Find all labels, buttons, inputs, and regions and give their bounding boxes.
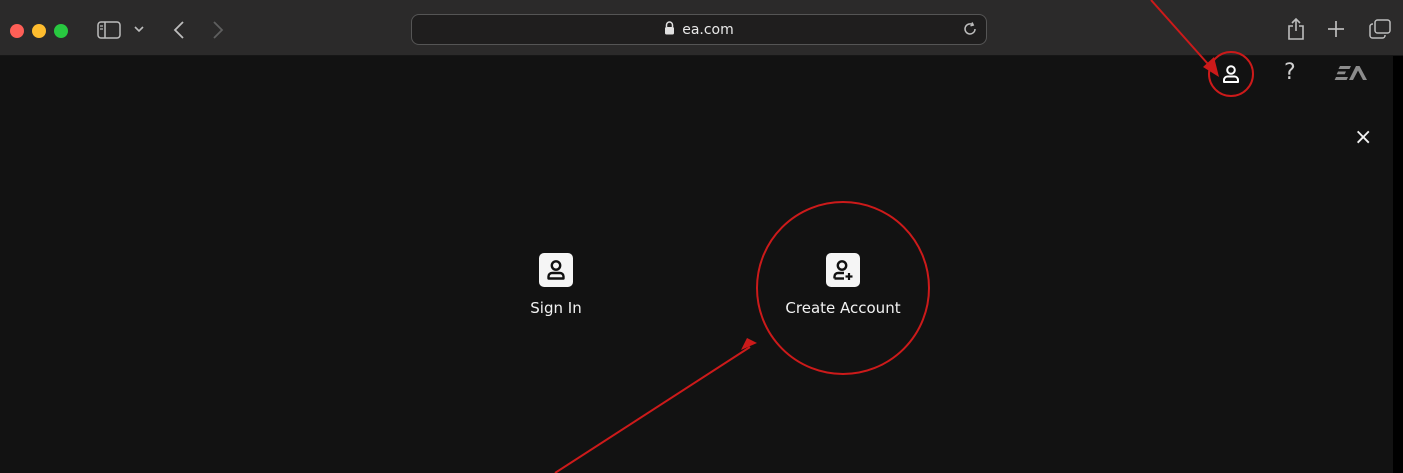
create-account-label: Create Account (785, 299, 901, 317)
sign-in-button[interactable]: Sign In (506, 253, 606, 317)
page-content (0, 56, 1393, 473)
help-icon[interactable]: ? (1284, 60, 1296, 85)
zoom-window-button[interactable] (54, 24, 68, 38)
minimize-window-button[interactable] (32, 24, 46, 38)
reload-icon[interactable] (962, 21, 978, 41)
sidebar-toggle-icon[interactable] (97, 21, 121, 39)
lock-icon (664, 20, 675, 39)
new-tab-plus-icon[interactable] (1327, 20, 1345, 38)
person-add-icon (826, 253, 860, 287)
share-icon[interactable] (1287, 17, 1305, 41)
window-edge (1393, 56, 1403, 473)
close-glyph: × (1354, 125, 1373, 150)
address-bar[interactable]: ea.com (411, 14, 987, 45)
forward-chevron-icon[interactable] (212, 20, 224, 40)
sidebar-menu-chevron-down-icon[interactable] (134, 25, 144, 33)
account-icon[interactable] (1221, 64, 1241, 84)
ea-logo[interactable] (1332, 64, 1368, 82)
close-icon[interactable]: × (1354, 127, 1372, 149)
create-account-button[interactable]: Create Account (773, 253, 913, 317)
url-text: ea.com (682, 21, 734, 38)
browser-toolbar: ea.com (0, 0, 1403, 56)
sign-in-label: Sign In (530, 299, 582, 317)
tab-overview-icon[interactable] (1369, 19, 1391, 39)
close-window-button[interactable] (10, 24, 24, 38)
person-icon (539, 253, 573, 287)
help-glyph: ? (1284, 60, 1296, 85)
back-chevron-icon[interactable] (173, 20, 185, 40)
